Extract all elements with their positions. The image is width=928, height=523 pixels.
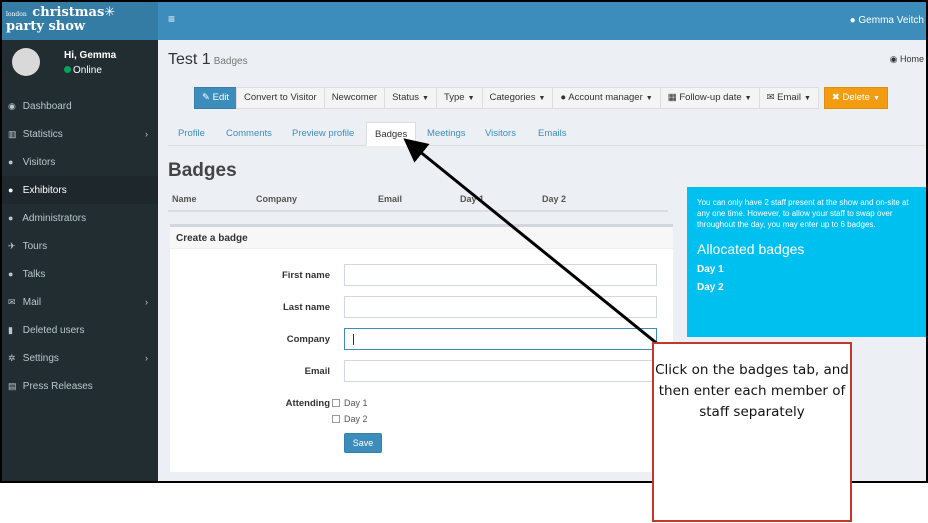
- arrow-line: [403, 138, 676, 360]
- instruction-callout: Click on the badges tab, and then enter …: [652, 342, 852, 522]
